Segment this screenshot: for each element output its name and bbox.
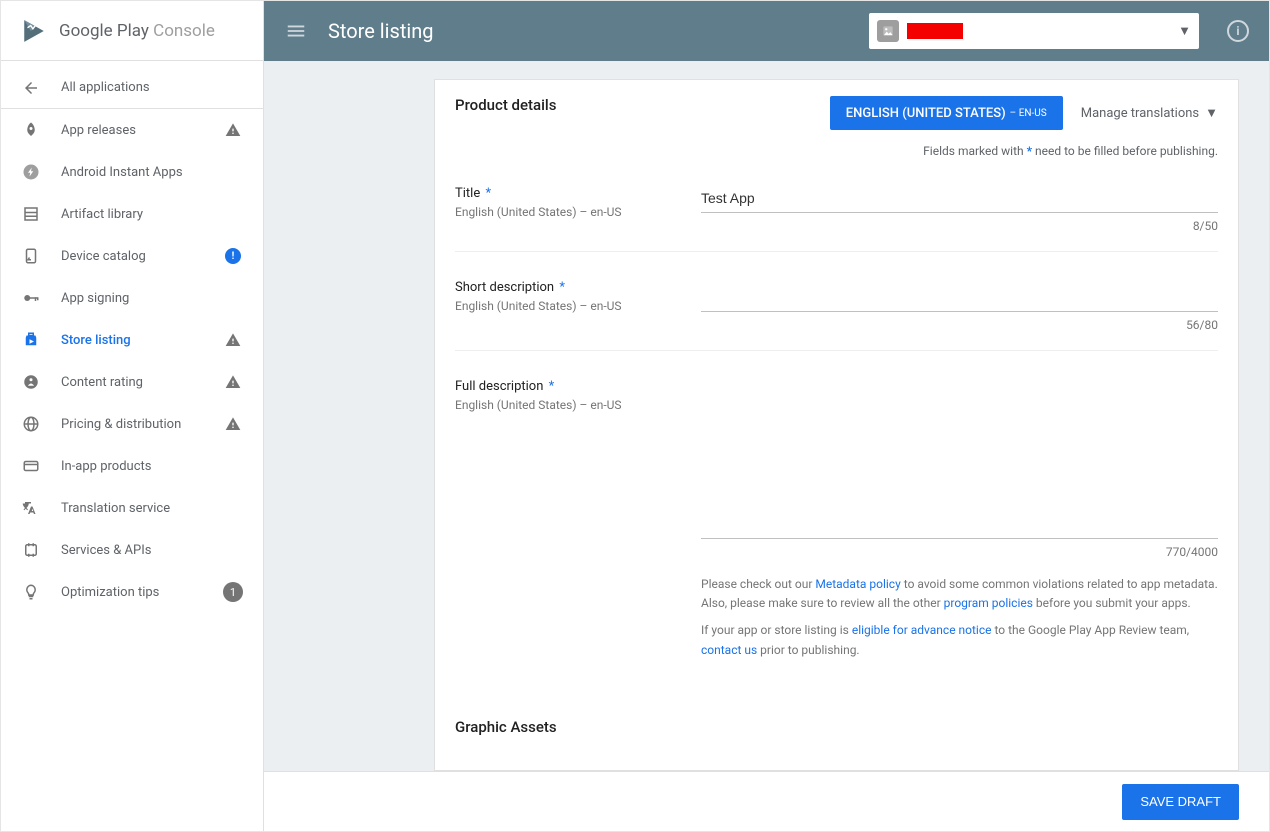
nav-label: Store listing — [61, 333, 203, 348]
full-description-input[interactable] — [701, 379, 1218, 539]
warning-icon — [223, 330, 243, 350]
alert-badge-icon: ! — [223, 246, 243, 266]
store-icon — [21, 330, 41, 350]
nav-device-catalog[interactable]: Device catalog ! — [1, 235, 263, 277]
nav-content-rating[interactable]: Content rating — [1, 361, 263, 403]
page-title: Store listing — [328, 19, 434, 43]
title-input[interactable] — [701, 186, 1218, 213]
nav-label: In-app products — [61, 459, 243, 474]
sidebar-nav: All applications App releases Android In… — [1, 61, 263, 619]
arrow-back-icon — [21, 78, 41, 98]
field-label-short-description: Short description * — [455, 280, 665, 295]
nav-all-applications[interactable]: All applications — [1, 67, 263, 109]
globe-icon — [21, 414, 41, 434]
field-sublabel-short-description: English (United States) – en-US — [455, 299, 665, 313]
field-sublabel-title: English (United States) – en-US — [455, 205, 665, 219]
app-selector-dropdown[interactable]: ▼ — [869, 13, 1199, 49]
metadata-policy-link[interactable]: Metadata policy — [815, 577, 900, 591]
credit-card-icon — [21, 456, 41, 476]
nav-label: Pricing & distribution — [61, 417, 203, 432]
footer-bar: SAVE DRAFT — [264, 771, 1269, 831]
library-icon — [21, 204, 41, 224]
menu-button[interactable] — [284, 19, 308, 43]
language-code: – EN-US — [1010, 108, 1047, 119]
warning-icon — [223, 414, 243, 434]
field-row-short-description: Short description * English (United Stat… — [455, 252, 1218, 351]
nav-label: Translation service — [61, 501, 243, 516]
nav-label: App signing — [61, 291, 243, 306]
device-icon — [21, 246, 41, 266]
services-icon — [21, 540, 41, 560]
brand-header: Google Play Console — [1, 1, 263, 61]
manage-translations-label: Manage translations — [1081, 106, 1199, 121]
play-console-logo-icon — [21, 18, 47, 44]
rocket-icon — [21, 120, 41, 140]
nav-pricing-distribution[interactable]: Pricing & distribution — [1, 403, 263, 445]
required-fields-note: Fields marked with * need to be filled b… — [455, 144, 1218, 158]
section-title-graphic-assets: Graphic Assets — [455, 718, 1218, 736]
save-draft-button[interactable]: SAVE DRAFT — [1122, 784, 1239, 820]
nav-translation-service[interactable]: Translation service — [1, 487, 263, 529]
key-icon — [21, 288, 41, 308]
content-area: Product details ENGLISH (UNITED STATES) … — [264, 61, 1269, 831]
title-counter: 8/50 — [701, 219, 1218, 233]
language-label: ENGLISH (UNITED STATES) — [846, 106, 1006, 121]
contact-us-link[interactable]: contact us — [701, 643, 757, 657]
policy-note-2: If your app or store listing is eligible… — [701, 621, 1218, 659]
warning-icon — [223, 120, 243, 140]
nav-label: Optimization tips — [61, 585, 203, 600]
content-rating-icon — [21, 372, 41, 392]
program-policies-link[interactable]: program policies — [944, 596, 1033, 610]
section-title-product-details: Product details — [455, 96, 556, 114]
policy-note: Please check out our Metadata policy to … — [701, 575, 1218, 613]
main: Store listing ▼ i Product details ENGLIS… — [264, 1, 1269, 831]
nav-in-app-products[interactable]: In-app products — [1, 445, 263, 487]
advance-notice-link[interactable]: eligible for advance notice — [852, 623, 992, 637]
nav-app-releases[interactable]: App releases — [1, 109, 263, 151]
nav-app-signing[interactable]: App signing — [1, 277, 263, 319]
nav-label: Android Instant Apps — [61, 165, 243, 180]
nav-services-apis[interactable]: Services & APIs — [1, 529, 263, 571]
nav-android-instant-apps[interactable]: Android Instant Apps — [1, 151, 263, 193]
nav-optimization-tips[interactable]: Optimization tips 1 — [1, 571, 263, 613]
app-avatar-icon — [877, 20, 899, 42]
warning-icon — [223, 372, 243, 392]
chevron-down-icon: ▼ — [1205, 105, 1218, 121]
bolt-icon — [21, 162, 41, 182]
sidebar: Google Play Console All applications App… — [1, 1, 264, 831]
nav-label: Artifact library — [61, 207, 243, 222]
field-label-title: Title * — [455, 186, 665, 201]
app-name-redacted — [907, 23, 963, 39]
brand-text: Google Play Console — [59, 21, 215, 41]
count-badge: 1 — [223, 582, 243, 602]
short-description-counter: 56/80 — [701, 318, 1218, 332]
lightbulb-icon — [21, 582, 41, 602]
full-description-counter: 770/4000 — [701, 545, 1218, 559]
nav-label: Content rating — [61, 375, 203, 390]
short-description-input[interactable] — [701, 280, 1218, 312]
chevron-down-icon: ▼ — [1178, 23, 1191, 39]
topbar: Store listing ▼ i — [264, 1, 1269, 61]
product-details-card: Product details ENGLISH (UNITED STATES) … — [434, 79, 1239, 771]
nav-label: Services & APIs — [61, 543, 243, 558]
translate-icon — [21, 498, 41, 518]
info-button[interactable]: i — [1227, 20, 1249, 42]
manage-translations-button[interactable]: Manage translations ▼ — [1081, 105, 1218, 121]
nav-label: All applications — [61, 80, 243, 95]
field-row-title: Title * English (United States) – en-US … — [455, 158, 1218, 252]
language-selector[interactable]: ENGLISH (UNITED STATES) – EN-US — [830, 96, 1063, 130]
nav-label: App releases — [61, 123, 203, 138]
nav-store-listing[interactable]: Store listing — [1, 319, 263, 361]
field-row-full-description: Full description * English (United State… — [455, 351, 1218, 678]
field-sublabel-full-description: English (United States) – en-US — [455, 398, 665, 412]
field-label-full-description: Full description * — [455, 379, 665, 394]
nav-artifact-library[interactable]: Artifact library — [1, 193, 263, 235]
nav-label: Device catalog — [61, 249, 203, 264]
